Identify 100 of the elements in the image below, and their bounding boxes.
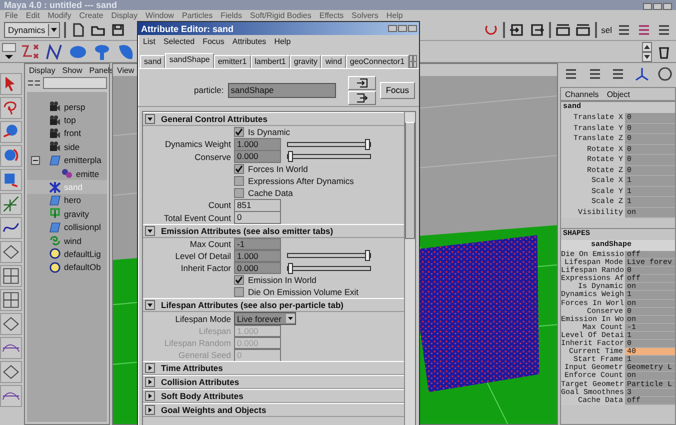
scroll-right-icon[interactable]: [412, 55, 417, 68]
menu-item[interactable]: Selected: [163, 37, 195, 46]
outliner-item[interactable]: persp: [27, 100, 107, 114]
lasso-icon[interactable]: [0, 97, 22, 119]
number-field[interactable]: 0: [234, 211, 281, 224]
graph-icon[interactable]: [0, 337, 22, 359]
input-icon[interactable]: [509, 22, 526, 38]
tab[interactable]: sand: [140, 55, 166, 68]
tab[interactable]: lambert1: [250, 55, 290, 68]
menu-item[interactable]: Effects: [319, 10, 344, 20]
menu-item[interactable]: List: [143, 37, 156, 46]
mode-dropdown[interactable]: Dynamics: [4, 22, 60, 38]
number-field[interactable]: 0.000: [234, 262, 281, 274]
grid-icon[interactable]: [0, 289, 22, 311]
cube-icon[interactable]: [0, 169, 22, 191]
checkbox[interactable]: [234, 176, 244, 186]
input-button[interactable]: [348, 76, 376, 90]
scroll-left-icon[interactable]: [408, 55, 413, 68]
number-field[interactable]: 0.000: [234, 150, 281, 163]
menu-item[interactable]: Attributes: [232, 37, 266, 46]
menu-item[interactable]: Solvers: [352, 10, 378, 20]
checkbox[interactable]: [234, 127, 244, 138]
menu-item[interactable]: Show: [62, 66, 82, 74]
save-icon[interactable]: [110, 22, 126, 38]
shelf-tab-icon[interactable]: [2, 42, 16, 60]
menu-item[interactable]: Object: [606, 90, 630, 98]
outliner-item[interactable]: front: [27, 126, 107, 140]
menu-item[interactable]: Help: [274, 37, 291, 46]
close-button[interactable]: [408, 25, 417, 32]
outliner-item[interactable]: defaultOb: [27, 260, 107, 274]
number-field[interactable]: 851: [234, 199, 281, 212]
curve-icon[interactable]: [0, 217, 22, 239]
collapse-icon[interactable]: [145, 114, 155, 124]
maximize-button[interactable]: [398, 25, 407, 32]
outliner-item[interactable]: hero: [27, 194, 107, 208]
filter-icon[interactable]: [27, 78, 41, 88]
expand-icon[interactable]: [145, 391, 155, 402]
outliner-item[interactable]: side: [27, 140, 107, 154]
graph-icon[interactable]: [0, 385, 22, 407]
checkbox[interactable]: [234, 164, 244, 174]
menu-item[interactable]: Focus: [202, 37, 224, 46]
outliner-item[interactable]: top: [27, 113, 107, 127]
slider[interactable]: [287, 266, 371, 271]
number-field[interactable]: 1.000: [234, 138, 281, 151]
expand-icon[interactable]: [145, 377, 155, 388]
number-field[interactable]: -1: [234, 238, 281, 250]
curve-icon[interactable]: [44, 42, 64, 62]
menu-item[interactable]: Display: [111, 10, 138, 20]
tab[interactable]: sandShape: [165, 53, 214, 68]
tab[interactable]: emitter1: [214, 55, 251, 68]
checkbox[interactable]: [234, 287, 244, 298]
menu-item[interactable]: Particles: [182, 10, 213, 20]
list-icon[interactable]: [636, 22, 652, 38]
focus-button[interactable]: Focus: [380, 82, 415, 98]
checkbox[interactable]: [234, 275, 244, 286]
menu-item[interactable]: Create: [79, 10, 104, 20]
filter-field[interactable]: [43, 77, 107, 89]
checkbox[interactable]: [234, 188, 244, 198]
expand-icon[interactable]: [145, 405, 155, 416]
minimize-button[interactable]: [643, 3, 652, 10]
outliner-item[interactable]: emitterpla: [27, 154, 107, 167]
collapse-icon[interactable]: [31, 156, 40, 165]
close-button[interactable]: [663, 3, 672, 10]
menu-item[interactable]: Fields: [220, 10, 242, 20]
menu-item[interactable]: View: [117, 66, 134, 74]
output-button[interactable]: [348, 90, 376, 104]
menu-item[interactable]: Window: [146, 10, 174, 20]
menu-item[interactable]: Display: [29, 66, 56, 74]
list-icon[interactable]: [616, 22, 632, 38]
minimize-button[interactable]: [388, 25, 397, 32]
menu-item[interactable]: Edit: [26, 10, 40, 20]
document-icon[interactable]: [70, 22, 86, 38]
text-field[interactable]: sandShape: [228, 82, 336, 98]
number-field[interactable]: 1.000: [234, 250, 281, 262]
scroll-arrows-icon[interactable]: [642, 42, 652, 62]
expand-icon[interactable]: [145, 363, 155, 374]
tab[interactable]: wind: [321, 55, 346, 68]
menu-item[interactable]: Channels: [565, 90, 599, 98]
menu-item[interactable]: File: [5, 10, 18, 20]
scrollbar[interactable]: [404, 112, 415, 425]
axes-icon[interactable]: [0, 193, 22, 215]
slider[interactable]: [287, 154, 371, 160]
slider[interactable]: [287, 142, 371, 147]
collapse-icon[interactable]: [145, 226, 155, 236]
outliner-item[interactable]: wind: [27, 234, 107, 248]
menu-item[interactable]: Soft/Rigid Bodies: [250, 10, 312, 20]
grid-icon[interactable]: [0, 265, 22, 287]
axes-icon[interactable]: [634, 66, 650, 82]
collapse-icon[interactable]: [145, 300, 155, 310]
outliner-item[interactable]: collisionpl: [27, 220, 107, 234]
tab[interactable]: geoConnector1: [346, 55, 409, 68]
list-icon[interactable]: [656, 22, 672, 38]
outliner-item[interactable]: gravity: [27, 207, 107, 221]
list-icon[interactable]: [610, 66, 626, 82]
list-icon[interactable]: [563, 66, 579, 82]
outliner-item[interactable]: emitte: [27, 166, 107, 180]
menu-item[interactable]: Modify: [48, 10, 72, 20]
tab[interactable]: gravity: [290, 55, 322, 68]
dropdown[interactable]: Live forever: [234, 312, 296, 326]
outliner-item[interactable]: defaultLig: [27, 247, 107, 261]
